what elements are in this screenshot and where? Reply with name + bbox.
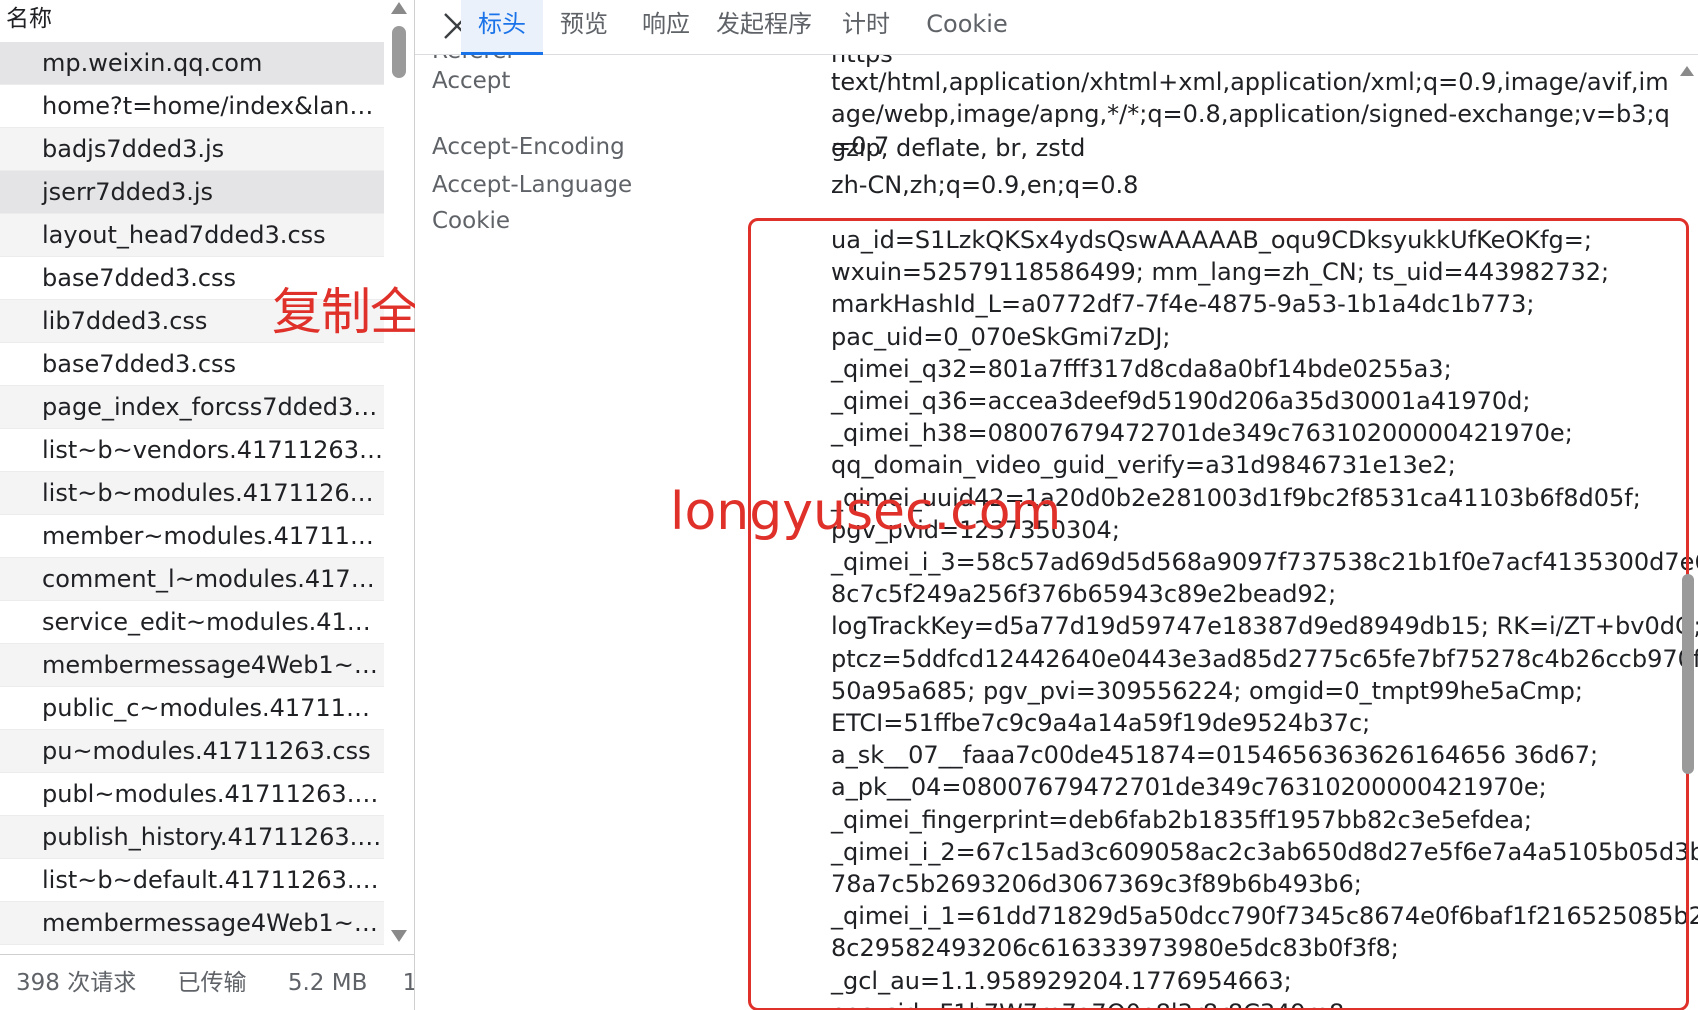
request-row[interactable]: public_c~modules.4171126... [0,687,384,730]
request-row[interactable]: mp.weixin.qq.com [0,42,384,85]
cookie-line: 8c29582493206c616333973980e5dc83b0f3f8; [831,934,1399,963]
request-row[interactable]: page_index_forcss7dded3.c... [0,386,384,429]
header-name-cookie: Cookie [432,208,511,234]
cookie-line: pac_uid=0_070eSkGmi7zDJ; [831,322,1171,351]
cookie-line: 50a95a685; pgv_pvi=309556224; omgid=0_tm… [831,676,1584,705]
request-headers-section: Referer https Accept text/html,applicati… [415,38,1698,1010]
cookie-line: eas_sid=F1b7W7m7a7Q0e8l3r8r8C349m8; [831,997,1671,1010]
status-extra: 13. [403,970,414,996]
transferred-label: 已传输 [177,970,247,996]
name-column-header[interactable]: 名称 [0,0,390,38]
header-value-accept-language[interactable]: zh-CN,zh;q=0.9,en;q=0.8 [831,169,1671,201]
cookie-line: _qimei_h38=08007679472701de349c763102000… [831,419,1573,448]
cookie-line: _qimei_i_3=58c57ad69d5d568a9097f737538c2… [831,548,1698,577]
request-row[interactable]: comment_l~modules.4171... [0,558,384,601]
headers-panel: Referer https Accept text/html,applicati… [415,0,1698,1010]
tab-preview[interactable]: 预览 [543,0,625,52]
headers-scrollbar[interactable] [1678,54,1698,1010]
tab-headers[interactable]: 标头 [461,0,543,55]
scroll-down-arrow-icon[interactable] [391,930,407,942]
cookie-line: _qimei_q36=accea3deef9d5190d206a35d30001… [831,387,1531,416]
tab-initiator[interactable]: 发起程序 [705,0,823,52]
request-row[interactable]: layout_head7dded3.css [0,214,384,257]
request-row[interactable]: membermessage4Web1~e... [0,902,384,945]
cookie-line: wxuin=52579118586499; mm_lang=zh_CN; ts_… [831,258,1610,287]
network-status-bar: 398 次请求 已传输 5.2 MB 13. [0,954,414,1010]
scroll-up-arrow-icon[interactable] [391,2,407,14]
cookie-line: ETCI=51ffbe7c9c9a4a14a59f19de9524b37c; [831,709,1371,738]
cookie-line: _qimei_i_2=67c15ad3c609058ac2c3ab650d8d2… [831,837,1698,866]
request-row[interactable]: badjs7dded3.js [0,128,384,171]
request-row[interactable]: membermessage4Web1~e... [0,644,384,687]
cookie-line: qq_domain_video_guid_verify=a31d9846731e… [831,451,1456,480]
request-row[interactable]: service_edit~modules.4171... [0,601,384,644]
request-row[interactable]: member~modules.417112... [0,515,384,558]
request-row[interactable]: list~b~vendors.41711263.c... [0,429,384,472]
request-row[interactable]: list~b~modules.41711263.... [0,472,384,515]
header-value-accept-encoding[interactable]: gzip, deflate, br, zstd [831,132,1671,164]
header-value-cookie[interactable]: ua_id=S1LzkQKSx4ydsQswAAAAAB_oqu9CDksyuk… [831,224,1698,1010]
request-row[interactable]: pu~modules.41711263.css [0,730,384,773]
cookie-line: markHashId_L=a0772df7-7f4e-4875-9a53-1b1… [831,290,1535,319]
request-row[interactable]: publ~modules.41711263.css [0,773,384,816]
request-list: mp.weixin.qq.com home?t=home/index&lang..… [0,42,384,988]
cookie-line: ptcz=5ddfcd12442640e0443e3ad85d2775c65fe… [831,644,1698,673]
tab-cookie[interactable]: Cookie [905,0,1029,52]
watermark: longyusec.com [670,482,1062,542]
tab-timing[interactable]: 计时 [825,0,907,52]
request-row[interactable]: publish_history.41711263.css [0,816,384,859]
cookie-line: 8c7c5f249a256f376b65943c89e2bead92; [831,580,1337,609]
request-row[interactable]: home?t=home/index&lang... [0,85,384,128]
cookie-line: _qimei_q32=801a7fff317d8cda8a0bf14bde025… [831,354,1452,383]
scroll-thumb[interactable] [392,26,406,78]
cookie-line: ua_id=S1LzkQKSx4ydsQswAAAAAB_oqu9CDksyuk… [831,226,1592,254]
cookie-line: _qimei_i_1=61dd71829d5a50dcc790f7345c867… [831,902,1698,931]
request-row[interactable]: list~b~default.41711263.css [0,859,384,902]
request-row[interactable]: base7dded3.css [0,343,384,386]
request-list-panel: 名称 mp.weixin.qq.com home?t=home/index&lan… [0,0,415,1010]
cookie-line: _gcl_au=1.1.958929204.1776954663; [831,966,1292,995]
cookie-line: _qimei_fingerprint=deb6fab2b1835ff1957bb… [831,805,1533,834]
cookie-line: logTrackKey=d5a77d19d59747e18387d9ed8949… [831,612,1698,641]
request-row[interactable]: jserr7dded3.js [0,171,384,214]
request-list-scrollbar[interactable] [388,0,410,950]
header-name-accept-language: Accept-Language [432,172,633,198]
transferred-size: 5.2 MB [287,970,368,996]
scroll-up-arrow-icon[interactable] [1680,66,1694,76]
scroll-thumb[interactable] [1682,574,1694,774]
tab-response[interactable]: 响应 [625,0,707,52]
detail-tab-bar: 标头 预览 响应 发起程序 计时 Cookie [415,0,1698,55]
request-count: 398 次请求 [16,970,137,996]
cookie-line: 78a7c5b2693206d3067369c3f89b6b493b6; [831,870,1362,899]
cookie-line: a_pk__04=08007679472701de349c76310200000… [831,773,1547,802]
header-name-accept-encoding: Accept-Encoding [432,134,625,160]
cookie-line: a_sk__07__faaa7c00de451874=0154656363626… [831,741,1599,770]
header-name-accept: Accept [432,68,511,94]
